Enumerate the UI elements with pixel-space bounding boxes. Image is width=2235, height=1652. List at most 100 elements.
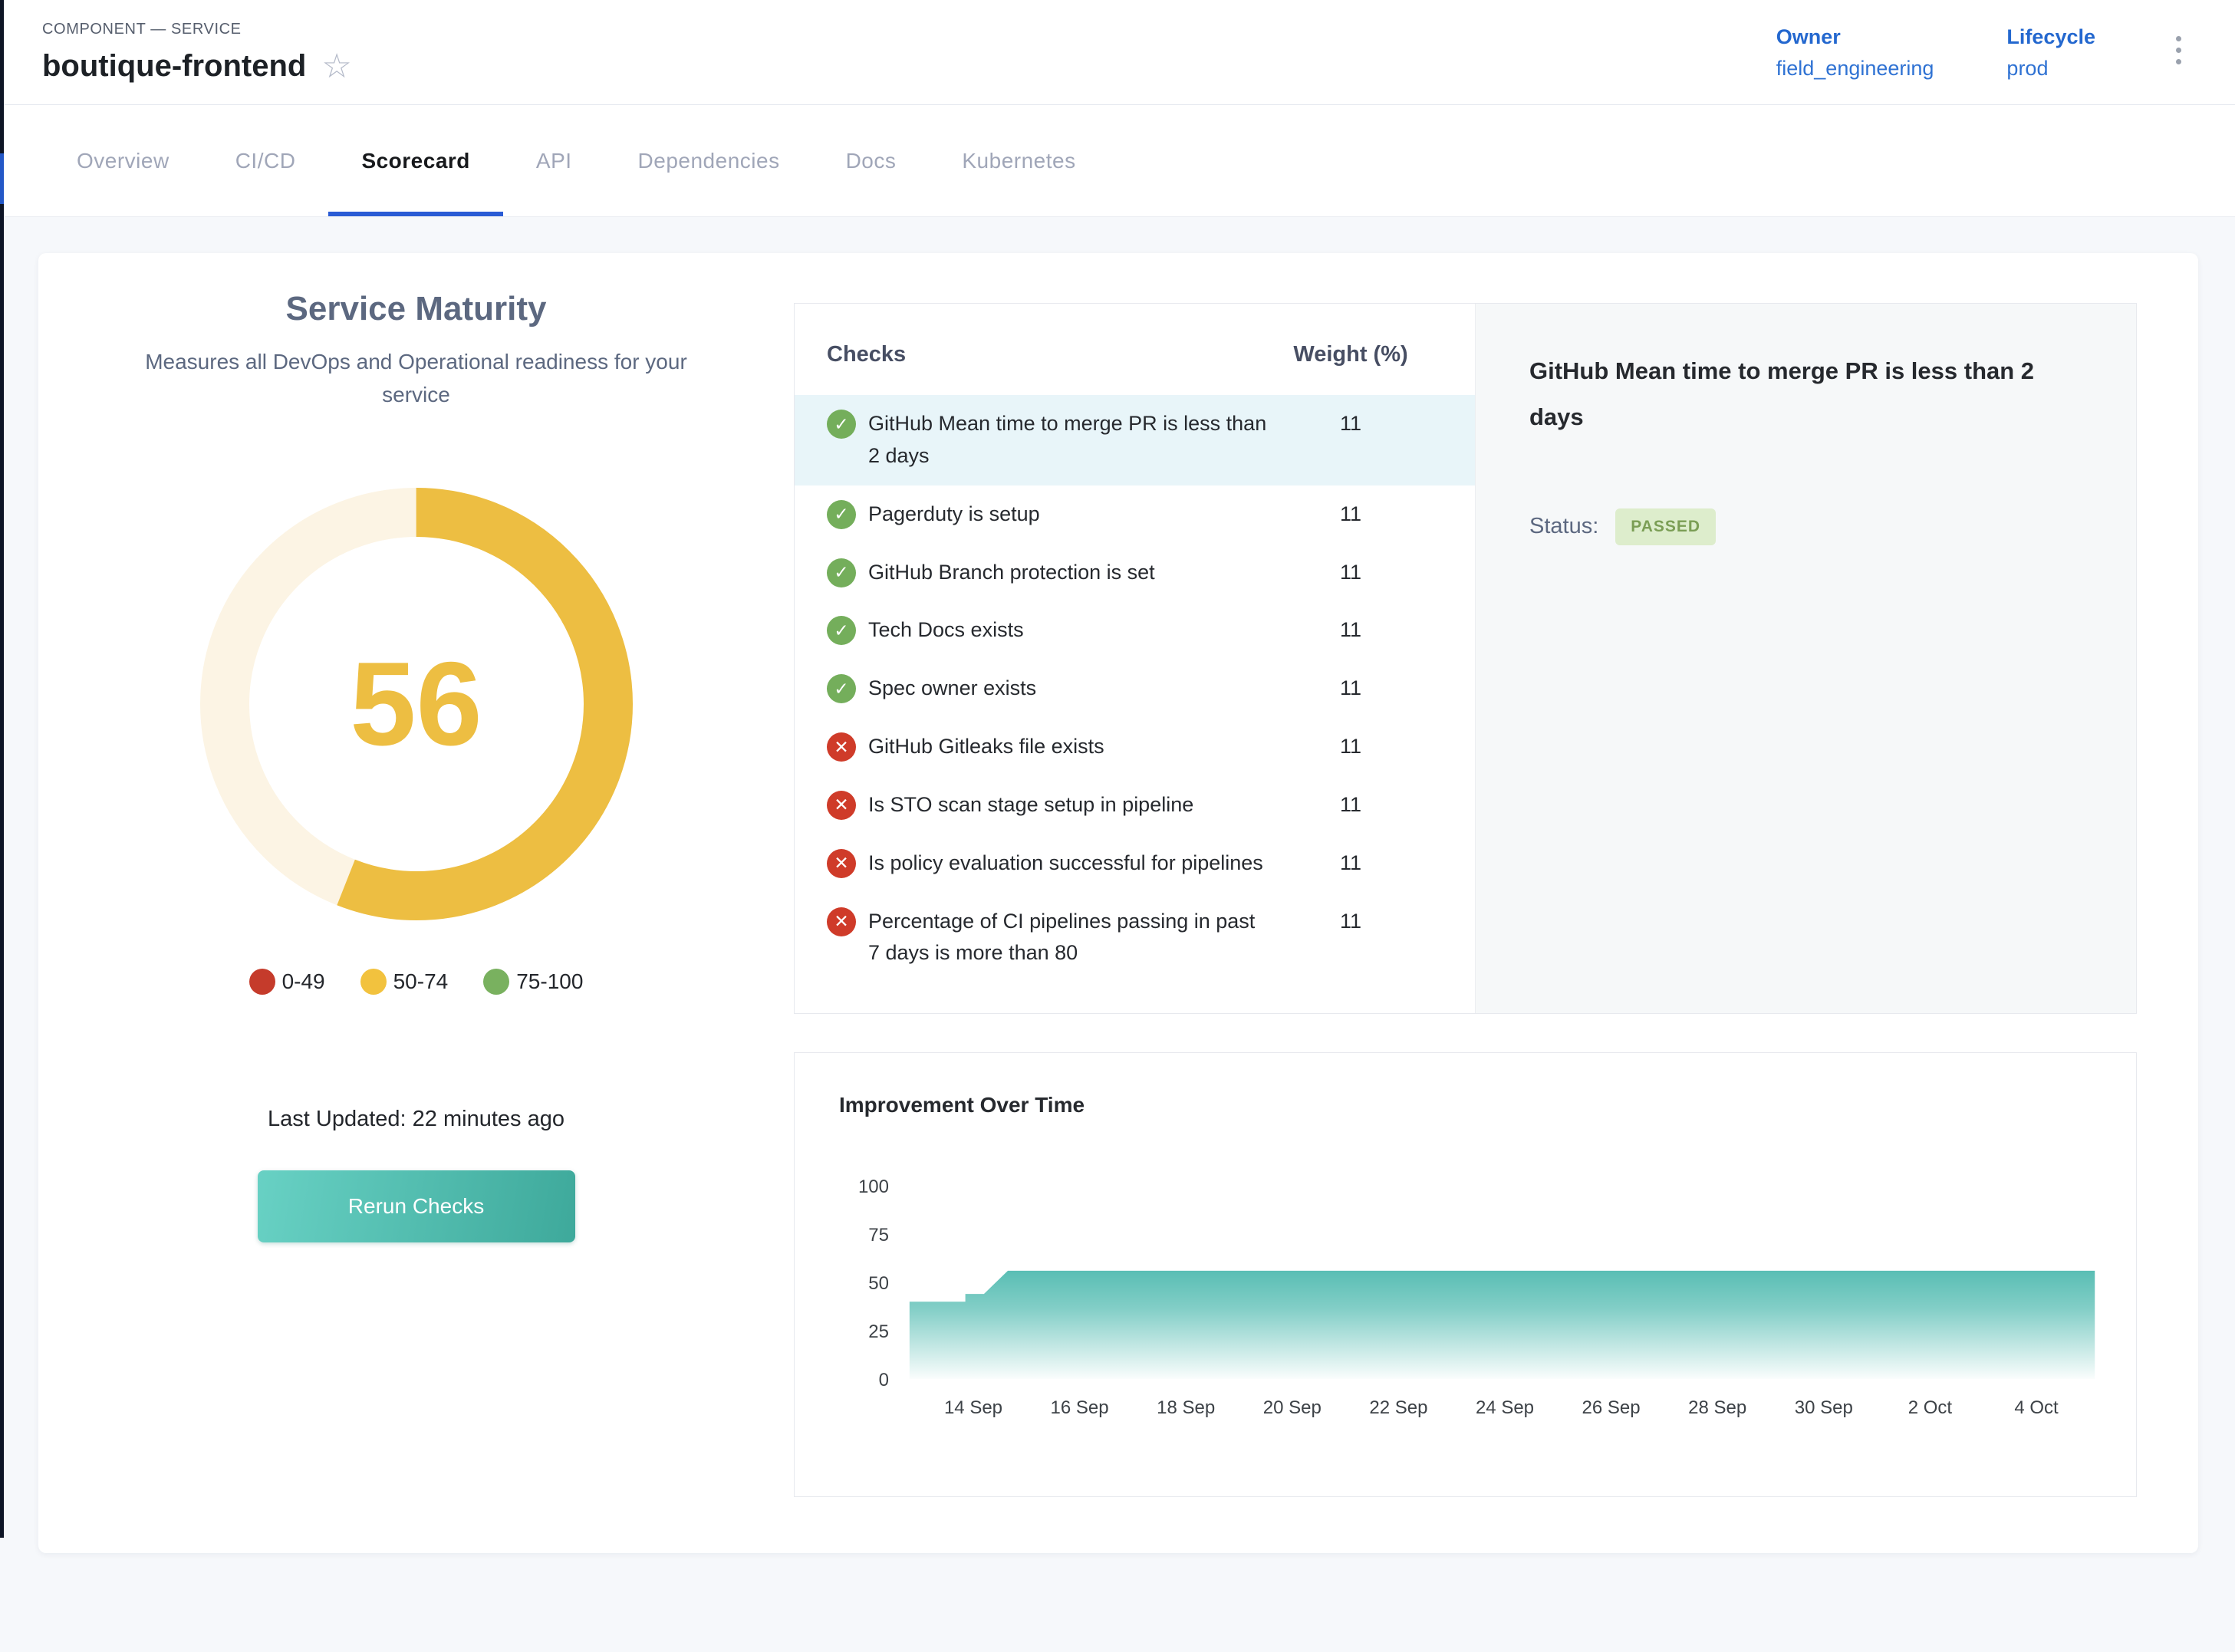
improvement-chart-panel: Improvement Over Time 1007550250 14 Sep1… (794, 1052, 2137, 1497)
check-row[interactable]: ✓ Pagerduty is setup 11 (795, 485, 1475, 544)
x-tick-label: 28 Sep (1688, 1397, 1746, 1418)
maturity-score-value: 56 (198, 485, 635, 923)
lifecycle-group: Lifecycle prod (2006, 25, 2095, 81)
legend-item: 75-100 (483, 969, 583, 995)
check-failed-icon: ✕ (827, 849, 856, 878)
tab-docs[interactable]: Docs (813, 105, 930, 216)
x-tick-label: 22 Sep (1369, 1397, 1427, 1418)
check-passed-icon: ✓ (827, 616, 856, 645)
legend-item: 50-74 (360, 969, 449, 995)
legend-item: 0-49 (249, 969, 325, 995)
tab-bar: OverviewCI/CDScorecardAPIDependenciesDoc… (4, 105, 2235, 217)
checks-column: Checks Weight (%) ✓ GitHub Mean time to … (794, 253, 2198, 1553)
y-tick-label: 50 (868, 1273, 889, 1294)
check-label: Is STO scan stage setup in pipeline (868, 789, 1282, 821)
check-row[interactable]: ✕ GitHub Gitleaks file exists 11 (795, 718, 1475, 776)
chart-area-series (910, 1271, 2095, 1379)
owner-value[interactable]: field_engineering (1776, 57, 1934, 81)
check-failed-icon: ✕ (827, 907, 856, 936)
x-tick-label: 4 Oct (2014, 1397, 2059, 1418)
lifecycle-label: Lifecycle (2006, 25, 2095, 49)
check-weight: 11 (1282, 906, 1420, 938)
check-row[interactable]: ✕ Is policy evaluation successful for pi… (795, 834, 1475, 893)
check-weight: 11 (1282, 408, 1420, 440)
checks-column-header: Checks (827, 342, 1282, 367)
checks-list: Checks Weight (%) ✓ GitHub Mean time to … (795, 304, 1475, 1013)
x-tick-label: 14 Sep (944, 1397, 1002, 1418)
improvement-over-time-chart: 1007550250 14 Sep16 Sep18 Sep20 Sep22 Se… (839, 1144, 2101, 1435)
check-passed-icon: ✓ (827, 410, 856, 439)
tab-overview[interactable]: Overview (44, 105, 202, 216)
tab-ci-cd[interactable]: CI/CD (202, 105, 329, 216)
x-tick-label: 2 Oct (1908, 1397, 1953, 1418)
owner-group: Owner field_engineering (1776, 25, 1934, 81)
scorecard-card: Service Maturity Measures all DevOps and… (38, 253, 2198, 1553)
legend-dot-icon (483, 969, 509, 995)
improvement-chart-title: Improvement Over Time (839, 1093, 2136, 1117)
check-passed-icon: ✓ (827, 674, 856, 703)
maturity-title: Service Maturity (38, 290, 794, 328)
check-row[interactable]: ✕ Is STO scan stage setup in pipeline 11 (795, 776, 1475, 834)
check-label: Is policy evaluation successful for pipe… (868, 847, 1282, 880)
check-weight: 11 (1282, 847, 1420, 880)
check-detail-panel: GitHub Mean time to merge PR is less tha… (1475, 304, 2136, 1013)
collapsed-nav-rail (0, 0, 4, 1538)
check-row[interactable]: ✕ Percentage of CI pipelines passing in … (795, 893, 1475, 983)
legend-label: 75-100 (516, 969, 583, 994)
score-legend: 0-49 50-74 75-100 (38, 969, 794, 995)
page-header: COMPONENT — SERVICE boutique-frontend ☆ … (4, 0, 2235, 105)
content-area: Service Maturity Measures all DevOps and… (0, 217, 2235, 1553)
legend-label: 50-74 (393, 969, 449, 994)
check-label: GitHub Branch protection is set (868, 557, 1282, 589)
x-axis-ticks: 14 Sep16 Sep18 Sep20 Sep22 Sep24 Sep26 S… (944, 1397, 2059, 1418)
weight-column-header: Weight (%) (1282, 342, 1420, 367)
status-label: Status: (1529, 514, 1598, 539)
check-row[interactable]: ✓ GitHub Mean time to merge PR is less t… (795, 395, 1475, 485)
check-label: GitHub Gitleaks file exists (868, 731, 1282, 763)
check-weight: 11 (1282, 614, 1420, 647)
breadcrumb: COMPONENT — SERVICE (42, 21, 352, 38)
x-tick-label: 16 Sep (1051, 1397, 1109, 1418)
y-axis-ticks: 1007550250 (858, 1176, 889, 1390)
maturity-score-donut: 56 (198, 485, 635, 923)
tab-api[interactable]: API (503, 105, 605, 216)
check-label: Spec owner exists (868, 673, 1282, 705)
legend-dot-icon (249, 969, 275, 995)
page-title: boutique-frontend (42, 49, 306, 84)
check-label: Tech Docs exists (868, 614, 1282, 647)
tab-kubernetes[interactable]: Kubernetes (929, 105, 1108, 216)
y-tick-label: 75 (868, 1225, 889, 1246)
check-row[interactable]: ✓ Spec owner exists 11 (795, 660, 1475, 718)
x-tick-label: 18 Sep (1157, 1397, 1215, 1418)
check-weight: 11 (1282, 731, 1420, 763)
more-options-button[interactable] (2168, 25, 2189, 75)
lifecycle-value: prod (2006, 57, 2095, 81)
checks-list-header: Checks Weight (%) (795, 342, 1475, 367)
rerun-checks-button[interactable]: Rerun Checks (258, 1170, 575, 1242)
checks-panel: Checks Weight (%) ✓ GitHub Mean time to … (794, 303, 2137, 1014)
x-tick-label: 30 Sep (1795, 1397, 1853, 1418)
check-weight: 11 (1282, 789, 1420, 821)
x-tick-label: 20 Sep (1263, 1397, 1322, 1418)
status-badge: PASSED (1615, 508, 1716, 545)
x-tick-label: 26 Sep (1582, 1397, 1641, 1418)
check-passed-icon: ✓ (827, 500, 856, 529)
legend-label: 0-49 (282, 969, 325, 994)
check-weight: 11 (1282, 673, 1420, 705)
checks-rows: ✓ GitHub Mean time to merge PR is less t… (795, 395, 1475, 982)
favorite-star-icon[interactable]: ☆ (321, 50, 351, 84)
check-failed-icon: ✕ (827, 732, 856, 762)
check-passed-icon: ✓ (827, 558, 856, 587)
check-label: GitHub Mean time to merge PR is less tha… (868, 408, 1282, 472)
maturity-subtitle: Measures all DevOps and Operational read… (121, 345, 712, 412)
legend-dot-icon (360, 969, 387, 995)
check-row[interactable]: ✓ Tech Docs exists 11 (795, 601, 1475, 660)
check-label: Percentage of CI pipelines passing in pa… (868, 906, 1282, 970)
check-detail-title: GitHub Mean time to merge PR is less tha… (1529, 348, 2066, 441)
check-label: Pagerduty is setup (868, 499, 1282, 531)
owner-label: Owner (1776, 25, 1934, 49)
y-tick-label: 100 (858, 1176, 889, 1197)
check-row[interactable]: ✓ GitHub Branch protection is set 11 (795, 544, 1475, 602)
tab-scorecard[interactable]: Scorecard (328, 105, 502, 216)
tab-dependencies[interactable]: Dependencies (605, 105, 813, 216)
